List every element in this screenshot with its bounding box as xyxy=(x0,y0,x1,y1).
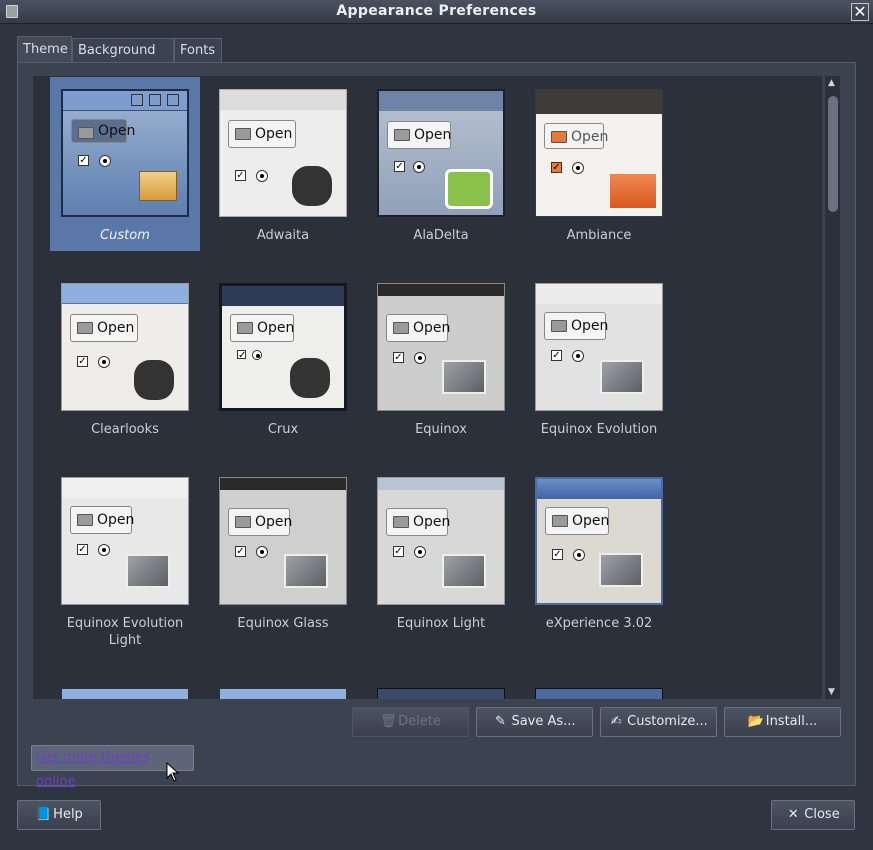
theme-name: Equinox xyxy=(415,422,467,437)
theme-preview: Open ✓ xyxy=(377,477,505,605)
window-title: Appearance Preferences xyxy=(336,3,537,19)
preview-open-button: Open xyxy=(387,121,451,149)
theme-name: Adwaita xyxy=(256,228,310,243)
preview-open-button: Open xyxy=(386,314,450,342)
theme-item-partial[interactable] xyxy=(61,688,189,699)
preview-open-button: Open xyxy=(228,120,296,148)
vertical-scrollbar[interactable]: ▲ ▼ xyxy=(824,76,840,699)
theme-preview: Open ✓ xyxy=(61,89,189,217)
window-close-button[interactable]: ✕ xyxy=(851,3,869,21)
delete-button[interactable]: 🗑Delete xyxy=(352,707,469,737)
scroll-down-icon[interactable]: ▼ xyxy=(828,687,835,697)
theme-grid[interactable]: Open ✓ Custom Open ✓ Adwaita Open ✓ AlaD… xyxy=(33,76,822,699)
title-bar: Appearance Preferences ✕ xyxy=(0,0,873,24)
theme-name: Equinox Evolution xyxy=(540,422,658,437)
theme-item-partial[interactable] xyxy=(219,688,347,699)
theme-item-crux[interactable]: Open ✓ Crux xyxy=(208,271,358,445)
preview-open-button: Open xyxy=(230,314,294,342)
close-button[interactable]: ✕ Close xyxy=(771,800,855,830)
help-button[interactable]: 📘 Help xyxy=(17,800,101,830)
preview-open-button: Open xyxy=(545,507,609,535)
theme-name: Ambiance xyxy=(566,228,632,243)
save-icon: ✎ xyxy=(494,714,506,729)
theme-item-equinox-light[interactable]: Open ✓ Equinox Light xyxy=(366,465,516,639)
theme-name: Crux xyxy=(267,422,299,437)
theme-preview: Open ✓ xyxy=(535,477,663,605)
theme-preview: Open ✓ xyxy=(535,283,663,411)
tab-fonts[interactable]: Fonts xyxy=(174,38,222,63)
preview-open-button: Open xyxy=(228,508,292,536)
theme-name: AlaDelta xyxy=(413,228,469,243)
theme-item-aladelta[interactable]: Open ✓ AlaDelta xyxy=(366,77,516,251)
install-button[interactable]: 📂 Install... xyxy=(724,707,841,737)
theme-item-partial[interactable] xyxy=(535,688,663,699)
preview-open-button: Open xyxy=(386,508,450,536)
theme-preview: Open ✓ xyxy=(219,477,347,605)
theme-item-equinox-glass[interactable]: Open ✓ Equinox Glass xyxy=(208,465,358,639)
theme-name: Equinox Evolution Light xyxy=(66,616,184,648)
trash-icon: 🗑 xyxy=(380,714,397,729)
close-icon: ✕ xyxy=(787,807,799,822)
theme-preview: Open ✓ xyxy=(61,477,189,605)
theme-preview: Open ✓ xyxy=(377,283,505,411)
tab-background[interactable]: Background xyxy=(72,38,174,63)
customize-button[interactable]: ✍ Customize... xyxy=(600,707,717,737)
theme-preview: Open ✓ xyxy=(219,283,347,411)
theme-name: Custom xyxy=(100,228,150,243)
preview-open-button: Open xyxy=(70,314,138,342)
theme-name: Equinox Glass xyxy=(237,616,329,631)
theme-name: Clearlooks xyxy=(91,422,159,437)
tab-theme[interactable]: Theme xyxy=(17,36,72,63)
preview-open-button: Open xyxy=(71,119,135,143)
preview-open-button: Open xyxy=(544,312,608,340)
save-as-button[interactable]: ✎ Save As... xyxy=(476,707,593,737)
theme-preview: Open ✓ xyxy=(377,89,505,217)
theme-name: eXperience 3.02 xyxy=(545,616,653,631)
theme-item-equinox-evolution[interactable]: Open ✓ Equinox Evolution xyxy=(524,271,674,445)
preview-open-button: Open xyxy=(70,506,134,534)
theme-item-ambiance[interactable]: Open ✓ Ambiance xyxy=(524,77,674,251)
preview-open-button: Open xyxy=(544,123,608,149)
theme-item-clearlooks[interactable]: Open ✓ Clearlooks xyxy=(50,271,200,445)
theme-preview: Open ✓ xyxy=(535,89,663,217)
theme-name: Equinox Light xyxy=(396,616,486,631)
scroll-up-icon[interactable]: ▲ xyxy=(828,78,835,88)
theme-item-partial[interactable] xyxy=(377,688,505,699)
theme-preview: Open ✓ xyxy=(61,283,189,411)
help-book-icon: 📘 xyxy=(35,807,52,822)
edit-icon: ✍ xyxy=(610,714,622,729)
theme-item-experience[interactable]: Open ✓ eXperience 3.02 xyxy=(524,465,674,639)
mouse-cursor-icon xyxy=(166,762,180,782)
theme-item-equinox[interactable]: Open ✓ Equinox xyxy=(366,271,516,445)
folder-icon: 📂 xyxy=(747,714,764,729)
theme-item-adwaita[interactable]: Open ✓ Adwaita xyxy=(208,77,358,251)
scrollbar-thumb[interactable] xyxy=(828,96,838,212)
theme-item-custom[interactable]: Open ✓ Custom xyxy=(50,77,200,251)
theme-preview: Open ✓ xyxy=(219,89,347,217)
theme-item-equinox-evolution-light[interactable]: Open ✓ Equinox Evolution Light xyxy=(50,465,200,648)
